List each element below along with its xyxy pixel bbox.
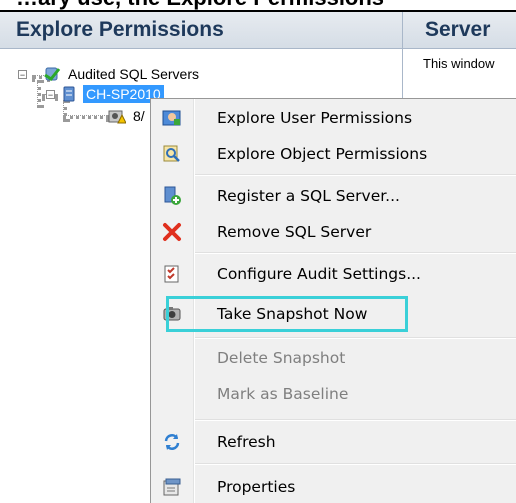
tree-node-server[interactable]: − CH-SP2010 [46, 84, 164, 104]
panel-header: Explore Permissions [0, 12, 402, 49]
collapse-toggle[interactable]: − [46, 89, 55, 99]
menu-separator [195, 252, 516, 254]
menu-item-mark-as-baseline[interactable]: Mark as Baseline [151, 379, 516, 409]
panel-title: Server [425, 18, 491, 41]
menu-item-label: Explore Object Permissions [217, 145, 428, 163]
object-permissions-icon [161, 143, 183, 165]
tree-connector [37, 80, 41, 108]
register-server-icon [161, 185, 183, 207]
menu-item-label: Register a SQL Server... [217, 187, 400, 205]
menu-item-explore-user-permissions[interactable]: Explore User Permissions [151, 103, 516, 133]
menu-item-label: Delete Snapshot [217, 349, 346, 367]
tree-node-label: 8/ [133, 108, 145, 124]
panel-header: Server [403, 12, 516, 49]
menu-item-label: Explore User Permissions [217, 109, 413, 127]
snapshot-warning-icon [108, 110, 126, 124]
menu-item-label: Remove SQL Server [217, 223, 372, 241]
properties-icon [161, 476, 183, 498]
menu-item-remove-sql-server[interactable]: Remove SQL Server [151, 217, 516, 247]
tree-node-snapshot[interactable]: 8/ [108, 106, 148, 126]
menu-separator [195, 174, 516, 176]
menu-separator [195, 419, 516, 421]
user-permissions-icon [161, 107, 183, 129]
refresh-icon [161, 431, 183, 453]
server-group-icon [44, 67, 61, 82]
highlight-annotation-box [166, 296, 408, 332]
tree-node-label: Audited SQL Servers [68, 66, 199, 82]
tree-node-audited-servers[interactable]: − Audited SQL Servers [18, 64, 202, 84]
tree-connector [63, 115, 109, 119]
menu-item-delete-snapshot[interactable]: Delete Snapshot [151, 343, 516, 373]
menu-item-label: Mark as Baseline [217, 385, 349, 403]
menu-item-configure-audit-settings[interactable]: Configure Audit Settings... [151, 259, 516, 289]
menu-item-properties[interactable]: Properties [151, 472, 516, 502]
panel-title: Explore Permissions [16, 18, 224, 41]
collapse-toggle[interactable]: − [18, 69, 27, 79]
panel-description: This window [423, 56, 495, 71]
menu-item-refresh[interactable]: Refresh [151, 427, 516, 457]
database-server-icon [63, 86, 75, 102]
menu-separator [195, 463, 516, 465]
cropped-heading-text: …ary use, the Explore Permissions [16, 0, 384, 11]
menu-item-label: Configure Audit Settings... [217, 265, 421, 283]
audit-settings-icon [161, 263, 183, 285]
menu-item-register-sql-server[interactable]: Register a SQL Server... [151, 181, 516, 211]
remove-x-icon [161, 221, 183, 243]
menu-separator [195, 337, 516, 339]
menu-item-label: Properties [217, 478, 296, 496]
menu-item-label: Refresh [217, 433, 276, 451]
menu-item-explore-object-permissions[interactable]: Explore Object Permissions [151, 139, 516, 169]
